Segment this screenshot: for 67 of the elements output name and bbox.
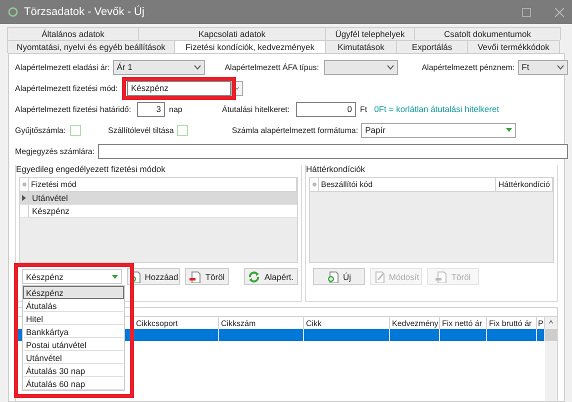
tab[interactable]: Kimutatások bbox=[325, 40, 397, 53]
caret-icon bbox=[112, 274, 118, 278]
unit-label: nap bbox=[169, 104, 184, 114]
field-label: Gyűjtőszámla: bbox=[15, 126, 67, 134]
edit-document-icon bbox=[372, 270, 385, 282]
scroll-up-button[interactable]: ^ bbox=[545, 317, 557, 329]
tab[interactable]: Nyomtatási, nyelvi és egyéb beállítások bbox=[7, 40, 175, 53]
maximize-icon[interactable] bbox=[522, 8, 531, 16]
price-select[interactable]: Ár 1 bbox=[112, 60, 205, 74]
dropdown-option[interactable]: Átutalás 30 nap bbox=[23, 364, 124, 377]
toolbar-button[interactable]: Új bbox=[313, 268, 365, 285]
group-title: Egyedileg engedélyezett fizetési módok bbox=[16, 164, 166, 174]
grid-row[interactable]: Utánvétel bbox=[20, 192, 297, 205]
close-icon[interactable] bbox=[555, 8, 564, 16]
caret-icon bbox=[386, 64, 394, 70]
caret-icon bbox=[235, 86, 239, 90]
checkbox[interactable] bbox=[176, 124, 188, 136]
field-label: Átutalási hitelkeret: bbox=[222, 104, 291, 114]
tab[interactable]: Általános adatok bbox=[7, 27, 139, 40]
column-header[interactable]: Háttérkondíció bbox=[496, 178, 553, 191]
window-title: Törzsadatok - Vevők - Új bbox=[24, 6, 146, 18]
asterisk-icon bbox=[312, 182, 316, 187]
vat-select[interactable] bbox=[324, 60, 398, 74]
tab[interactable]: Csatolt dokumentumok bbox=[414, 27, 561, 40]
toolbar-button[interactable]: Alapért. bbox=[244, 268, 298, 285]
field-label: Alapértelmezett fizetési határidő: bbox=[15, 104, 132, 114]
field-label: Szállítólevél tiltása bbox=[108, 126, 175, 134]
field-label: Alapértelmezett eladási ár: bbox=[15, 62, 111, 72]
hint-text: 0Ft = korlátlan átutalási hitelkeret bbox=[374, 104, 500, 114]
scrollbar-thumb[interactable] bbox=[545, 329, 557, 341]
toolbar-button[interactable]: Hozzáad bbox=[127, 268, 180, 285]
caret-icon bbox=[194, 64, 201, 70]
field-label: Alapértelmezett pénznem: bbox=[422, 62, 516, 72]
tab[interactable]: Kapcsolati adatok bbox=[138, 27, 326, 40]
dropdown-option[interactable]: Átutalás bbox=[23, 299, 124, 312]
dropdown-option[interactable]: Készpénz bbox=[23, 286, 124, 299]
checkbox[interactable] bbox=[70, 124, 81, 136]
note-field[interactable] bbox=[98, 144, 568, 158]
toolbar-button[interactable]: Töröl bbox=[185, 268, 229, 285]
unit-label: Ft bbox=[360, 104, 368, 114]
format-select[interactable]: Papír bbox=[361, 122, 516, 138]
row-pointer-icon bbox=[22, 195, 26, 201]
dropdown-option[interactable]: Átutalás 60 nap bbox=[23, 377, 124, 390]
field-label: Alapértelmezett fizetési mód: bbox=[15, 84, 119, 92]
payment-field[interactable]: Készpénz bbox=[127, 80, 231, 96]
app-icon bbox=[8, 7, 18, 17]
tab[interactable]: Fizetési kondíciók, kedvezmények bbox=[174, 40, 326, 53]
caret-icon bbox=[506, 128, 512, 132]
delete-document-icon bbox=[189, 270, 202, 282]
group-title: Háttérkondíciók bbox=[306, 164, 366, 174]
column-header[interactable]: Beszállítói kód bbox=[319, 178, 496, 191]
delete-document-icon bbox=[435, 270, 448, 282]
asterisk-icon bbox=[22, 182, 26, 187]
currency-select[interactable]: Ft bbox=[518, 60, 568, 74]
field-label: Számla alapértelmezett formátuma: bbox=[232, 126, 360, 134]
tab[interactable]: Exportálás bbox=[396, 40, 468, 53]
deadline-field[interactable]: 3 bbox=[137, 102, 165, 116]
payment-mode-combo[interactable]: Készpénz bbox=[22, 269, 122, 284]
field-label: Alapértelmezett ÁFA típus: bbox=[224, 62, 320, 72]
field-label: Megjegyzés számlára: bbox=[15, 146, 96, 156]
add-document-icon bbox=[326, 270, 339, 282]
caret-icon bbox=[556, 64, 564, 70]
tab[interactable]: Ügyfél telephelyek bbox=[325, 27, 415, 40]
credit-field[interactable]: 0 bbox=[296, 102, 356, 116]
grid-row[interactable]: Készpénz bbox=[20, 205, 297, 218]
refresh-icon bbox=[248, 270, 260, 282]
tab[interactable]: Vevői termékkódok bbox=[467, 40, 560, 53]
